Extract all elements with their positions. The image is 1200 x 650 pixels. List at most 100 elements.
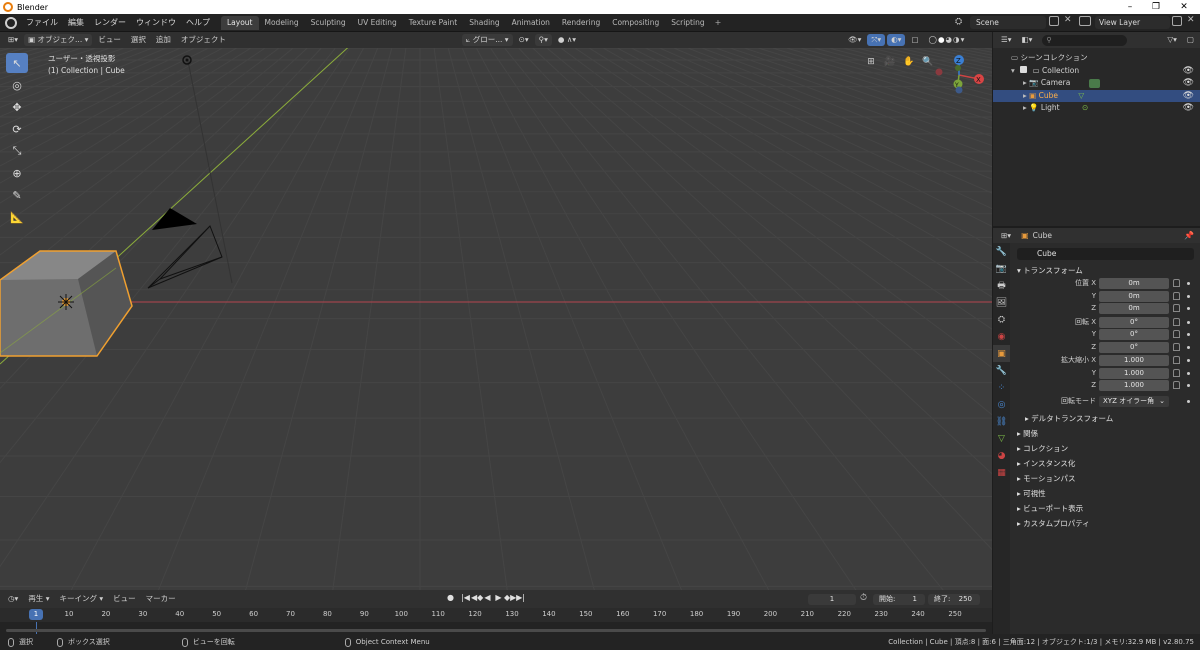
keyframe-dot-icon[interactable] (1187, 320, 1190, 324)
lock-icon[interactable] (1173, 317, 1180, 326)
keyframe-dot-icon[interactable] (1187, 384, 1190, 387)
cursor-icon[interactable]: ◎ (6, 75, 28, 95)
collection-checkbox[interactable] (1020, 65, 1028, 73)
3d-viewport[interactable]: X Z Y ユーザー・透視投影 (1) Collection | Cube ⊞ … (0, 48, 992, 590)
next-keyframe-icon[interactable]: ◆▶ (504, 593, 516, 602)
rotation-x-field[interactable]: 0° (1099, 316, 1169, 328)
keyframe-dot-icon[interactable] (1187, 282, 1190, 285)
material-tab-icon[interactable]: ◕ (993, 447, 1010, 464)
tab-scripting[interactable]: Scripting (665, 16, 710, 30)
menu-help[interactable]: ヘルプ (181, 14, 215, 32)
timeline-ruler[interactable]: 1 10 20 30 40 50 60 70 80 90 100 110 120 130 140 150 16… (0, 608, 992, 622)
rotation-y-field[interactable]: 0° (1099, 329, 1169, 340)
keyframe-dot-icon[interactable] (1187, 399, 1190, 403)
play-icon[interactable]: ▶ (493, 593, 504, 602)
outliner-scene-collection[interactable]: ▭ シーンコレクション (993, 52, 1200, 65)
custom-properties-panel[interactable]: ▸ カスタムプロパティ (1011, 516, 1200, 531)
annotate-icon[interactable]: ✎ (6, 185, 28, 205)
scale-z-field[interactable]: 1.000 (1099, 380, 1169, 391)
rotation-z-field[interactable]: 0° (1099, 341, 1169, 353)
delete-view-layer-icon[interactable]: ✕ (1187, 15, 1195, 25)
cube-object[interactable] (0, 250, 133, 357)
outliner-search-input[interactable]: ⚲ (1042, 34, 1128, 46)
start-frame-field[interactable]: 開始: 1 (873, 594, 925, 605)
scale-y-field[interactable]: 1.000 (1099, 367, 1169, 379)
add-workspace-button[interactable]: + (711, 16, 726, 30)
xray-icon[interactable]: ▢ (907, 34, 922, 46)
jump-start-icon[interactable]: |◀ (460, 593, 471, 602)
keyframe-dot-icon[interactable] (1187, 333, 1190, 336)
motion-paths-panel[interactable]: ▸ モーションパス (1011, 471, 1200, 486)
select-menu[interactable]: 選択 (127, 34, 150, 46)
collection-visibility-icon[interactable]: 👁 (1183, 65, 1194, 78)
scene-name-field[interactable]: Scene (970, 16, 1046, 29)
add-menu[interactable]: 追加 (152, 34, 175, 46)
render-tab-icon[interactable]: 📷 (993, 260, 1010, 277)
light-expand-icon[interactable]: ▸ (1023, 103, 1027, 112)
prev-keyframe-icon[interactable]: ◀◆ (471, 593, 483, 602)
cube-expand-icon[interactable]: ▸ (1023, 91, 1027, 100)
auto-keying-icon[interactable]: ● (445, 593, 456, 602)
blender-menu-icon[interactable] (5, 16, 17, 29)
delta-transform-panel[interactable]: ▸ デルタトランスフォーム (1011, 411, 1200, 426)
view-layer-icon[interactable] (1079, 16, 1091, 26)
transform-icon[interactable]: ⊕ (6, 163, 28, 183)
marker-menu[interactable]: マーカー (142, 593, 180, 605)
cube-visibility-icon[interactable]: 👁 (1183, 90, 1194, 103)
lock-icon[interactable] (1173, 368, 1180, 377)
viewport-display-panel[interactable]: ▸ ビューポート表示 (1011, 501, 1200, 516)
camera-object[interactable] (147, 60, 233, 289)
select-box-icon[interactable]: ↖ (6, 53, 28, 73)
timeline-editor-type-icon[interactable]: ◷▾ (4, 593, 22, 605)
object-menu[interactable]: オブジェクト (177, 34, 230, 46)
editor-type-icon[interactable]: ⊞▾ (4, 34, 22, 46)
visibility-panel[interactable]: ▸ 可視性 (1011, 486, 1200, 501)
outliner-collection-row[interactable]: ▾ ▭ Collection 👁 (993, 65, 1200, 78)
view-menu[interactable]: ビュー (94, 34, 125, 46)
timeline-body[interactable] (0, 622, 992, 634)
new-collection-icon[interactable]: ▢ (1183, 34, 1198, 46)
instancing-panel[interactable]: ▸ インスタンス化 (1011, 456, 1200, 471)
menu-window[interactable]: ウィンドウ (131, 14, 181, 32)
jump-end-icon[interactable]: ▶| (515, 593, 526, 602)
maximize-button[interactable]: ❐ (1142, 0, 1170, 14)
keyframe-dot-icon[interactable] (1187, 307, 1190, 310)
texture-tab-icon[interactable]: ▦ (993, 464, 1010, 481)
preview-range-icon[interactable]: ⏱ (860, 593, 867, 603)
new-view-layer-icon[interactable] (1172, 16, 1182, 26)
keyframe-dot-icon[interactable] (1187, 371, 1190, 375)
collection-expand-icon[interactable]: ▾ (1011, 66, 1015, 75)
tab-compositing[interactable]: Compositing (606, 16, 665, 30)
lock-icon[interactable] (1173, 356, 1180, 364)
close-button[interactable]: ✕ (1170, 0, 1198, 14)
mode-dropdown[interactable]: ▣ オブジェク... ▾ (24, 34, 93, 46)
tool-tab-icon[interactable]: 🔧 (993, 243, 1010, 260)
keying-menu[interactable]: キーイング ▾ (55, 593, 107, 605)
light-visibility-icon[interactable]: 👁 (1183, 102, 1194, 115)
play-reverse-icon[interactable]: ◀ (482, 593, 493, 602)
timeline-view-menu[interactable]: ビュー (109, 593, 140, 605)
lock-icon[interactable] (1173, 342, 1180, 351)
pivot-point-icon[interactable]: ⊙▾ (515, 34, 533, 46)
move-icon[interactable]: ✥ (6, 97, 28, 117)
current-frame-indicator[interactable]: 1 (29, 609, 43, 620)
outliner-editor-type-icon[interactable]: ☰▾ (997, 34, 1016, 46)
tab-animation[interactable]: Animation (506, 16, 556, 30)
filter-icon[interactable]: ▽▾ (1163, 34, 1181, 46)
data-tab-icon[interactable]: ▽ (993, 430, 1010, 447)
end-frame-field[interactable]: 終了: 250 (928, 594, 980, 605)
scale-x-field[interactable]: 1.000 (1099, 355, 1169, 366)
relations-panel[interactable]: ▸ 関係 (1011, 426, 1200, 441)
playback-menu[interactable]: 再生 ▾ (24, 593, 53, 605)
camera-visibility-icon[interactable]: 👁 (1183, 77, 1194, 90)
current-frame-field[interactable]: 1 (808, 594, 856, 605)
tab-layout[interactable]: Layout (221, 15, 259, 30)
display-mode-icon[interactable]: ◧▾ (1018, 34, 1037, 46)
view-layer-field[interactable]: View Layer (1095, 16, 1170, 29)
camera-view-icon[interactable]: 🎥 (882, 54, 898, 70)
menu-edit[interactable]: 編集 (63, 14, 89, 32)
gizmo-toggle-icon[interactable]: ⤧▾ (867, 34, 886, 46)
lock-icon[interactable] (1173, 381, 1180, 389)
menu-render[interactable]: レンダー (89, 14, 131, 32)
timeline-scrollbar[interactable] (6, 629, 986, 632)
